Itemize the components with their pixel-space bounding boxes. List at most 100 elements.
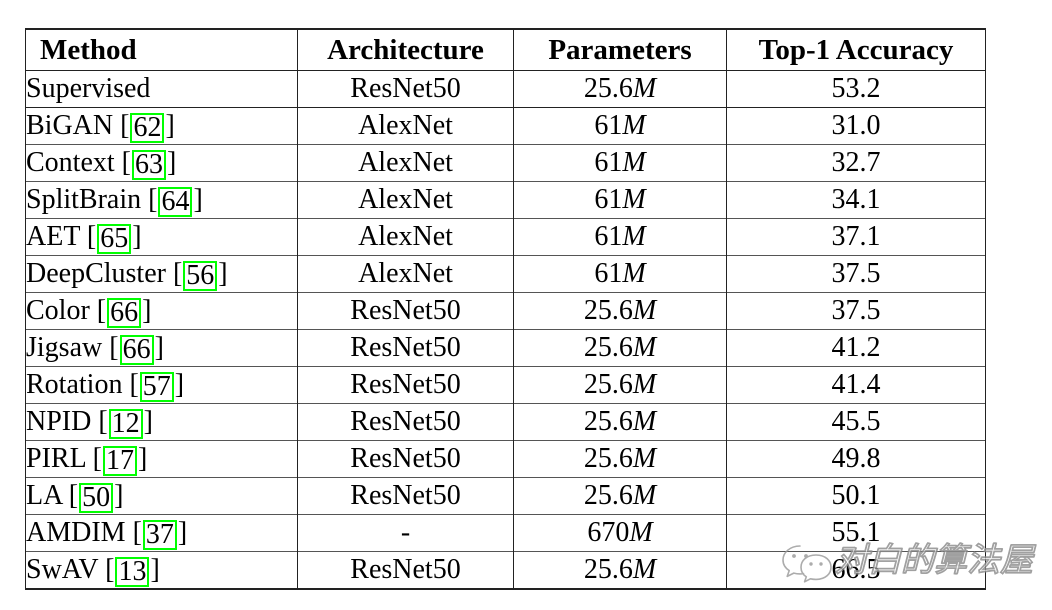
cell-method: SwAV [13] (25, 551, 298, 590)
parameters-unit: M (632, 480, 657, 511)
cell-architecture: ResNet50 (297, 477, 514, 515)
cell-architecture: ResNet50 (297, 70, 514, 108)
column-header-method: Method (25, 28, 298, 71)
citation-bracket-open: [ (105, 554, 115, 585)
cell-parameters: 25.6M (513, 551, 727, 590)
cell-accuracy: 41.4 (726, 366, 986, 404)
cell-accuracy: 45.5 (726, 403, 986, 441)
cell-accuracy: 41.2 (726, 329, 986, 367)
table-header: Method Architecture Parameters Top-1 Acc… (25, 28, 986, 71)
column-header-parameters: Parameters (513, 28, 727, 71)
citation-highlight-box[interactable]: 64 (158, 187, 193, 217)
cell-architecture: ResNet50 (297, 440, 514, 478)
cell-accuracy: 32.7 (726, 144, 986, 182)
citation-bracket-close: ] (174, 369, 185, 400)
citation-bracket-open: [ (172, 258, 183, 289)
table-row: SplitBrain [64] AlexNet 61M 34.1 (25, 181, 986, 219)
table-row: BiGAN [62] AlexNet 61M 31.0 (25, 107, 986, 145)
citation-bracket-open: [ (120, 110, 130, 141)
cell-parameters: 25.6M (513, 292, 727, 330)
parameters-value: 61 (594, 147, 623, 178)
parameters-unit: M (632, 295, 657, 326)
citation-bracket-open: [ (129, 369, 139, 400)
citation-bracket-close: ] (165, 110, 175, 141)
citation-highlight-box[interactable]: 57 (139, 372, 174, 402)
citation-highlight-box[interactable]: 63 (132, 150, 166, 180)
cell-parameters: 670M (513, 514, 727, 552)
cell-architecture: AlexNet (297, 144, 514, 182)
citation-highlight-box[interactable]: 12 (108, 409, 143, 439)
parameters-value: 25.6 (583, 554, 633, 585)
citation-highlight-box[interactable]: 56 (183, 261, 218, 291)
cell-method: AMDIM [37] (25, 514, 298, 552)
cell-method: Jigsaw [66] (25, 329, 298, 367)
citation-bracket-close: ] (114, 480, 124, 511)
citation-highlight-box[interactable]: 17 (102, 446, 137, 476)
citation-highlight-box[interactable]: 62 (130, 113, 165, 143)
cell-method: Supervised (25, 70, 298, 108)
method-name: DeepCluster (26, 258, 166, 289)
citation-bracket-close: ] (150, 554, 160, 585)
method-name: Color (26, 295, 90, 326)
cell-method: LA [50] (25, 477, 298, 515)
cell-architecture: AlexNet (297, 218, 514, 256)
citation-bracket-close: ] (154, 332, 164, 363)
table-body: Supervised ResNet50 25.6M 53.2 BiGAN [62] Ale… (25, 70, 986, 590)
table-row: Supervised ResNet50 25.6M 53.2 (25, 70, 986, 108)
table-header-row: Method Architecture Parameters Top-1 Acc… (25, 28, 986, 71)
parameters-value: 61 (594, 221, 623, 252)
citation-highlight-box[interactable]: 37 (142, 520, 177, 550)
cell-parameters: 25.6M (513, 70, 727, 108)
citation-bracket-open: [ (121, 147, 131, 178)
parameters-value: 25.6 (583, 295, 633, 326)
citation-bracket-close: ] (193, 184, 203, 215)
table-row: Context [63] AlexNet 61M 32.7 (25, 144, 986, 182)
cell-parameters: 61M (513, 181, 727, 219)
cell-method: Context [63] (25, 144, 298, 182)
citation-highlight-box[interactable]: 65 (97, 224, 132, 254)
cell-accuracy: 37.1 (726, 218, 986, 256)
cell-method: Color [66] (25, 292, 298, 330)
cell-method: PIRL [17] (25, 440, 298, 478)
cell-method: SplitBrain [64] (25, 181, 298, 219)
citation-bracket-close: ] (132, 221, 142, 252)
cell-parameters: 61M (513, 144, 727, 182)
cell-parameters: 61M (513, 218, 727, 256)
cell-architecture: AlexNet (297, 107, 514, 145)
method-name: Supervised (26, 73, 151, 104)
citation-bracket-open: [ (96, 295, 107, 326)
cell-architecture: ResNet50 (297, 292, 514, 330)
citation-bracket-open: [ (92, 443, 102, 474)
method-name: BiGAN (26, 110, 114, 141)
citation-bracket-open: [ (98, 406, 108, 437)
parameters-unit: M (622, 147, 646, 178)
method-name: PIRL (26, 443, 86, 474)
cell-parameters: 25.6M (513, 477, 727, 515)
parameters-value: 61 (594, 184, 623, 215)
table-row: Jigsaw [66] ResNet50 25.6M 41.2 (25, 329, 986, 367)
table-row: Color [66] ResNet50 25.6M 37.5 (25, 292, 986, 330)
column-header-architecture: Architecture (297, 28, 514, 71)
citation-bracket-open: [ (109, 332, 119, 363)
method-name: NPID (26, 406, 92, 437)
cell-architecture: ResNet50 (297, 329, 514, 367)
citation-highlight-box[interactable]: 13 (115, 557, 150, 587)
citation-highlight-box[interactable]: 66 (107, 298, 142, 328)
cell-method: NPID [12] (25, 403, 298, 441)
citation-highlight-box[interactable]: 50 (79, 483, 114, 513)
cell-parameters: 25.6M (513, 403, 727, 441)
cell-method: BiGAN [62] (25, 107, 298, 145)
citation-highlight-box[interactable]: 66 (119, 335, 154, 365)
cell-parameters: 25.6M (513, 366, 727, 404)
cell-architecture: AlexNet (297, 255, 514, 293)
results-table-container: Method Architecture Parameters Top-1 Acc… (25, 28, 986, 590)
table-row: Rotation [57] ResNet50 25.6M 41.4 (25, 366, 986, 404)
parameters-unit: M (629, 517, 653, 548)
parameters-value: 25.6 (583, 443, 633, 474)
cell-architecture: AlexNet (297, 181, 514, 219)
cell-architecture: - (297, 514, 514, 552)
parameters-unit: M (622, 258, 646, 289)
table-row: AMDIM [37] -670M 55.1 (25, 514, 986, 552)
parameters-unit: M (622, 110, 646, 141)
method-name: SwAV (26, 554, 99, 585)
